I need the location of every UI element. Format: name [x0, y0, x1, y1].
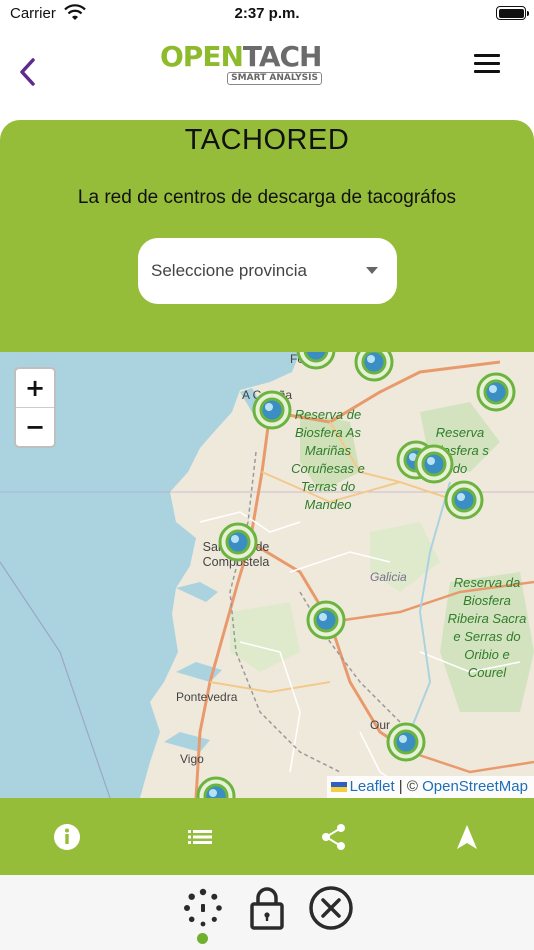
nav-bar: OPENTACH SMART ANALYSIS	[0, 28, 534, 120]
openstreetmap-link[interactable]: OpenStreetMap	[422, 778, 528, 795]
navigation-arrow-icon	[457, 825, 477, 849]
battery-icon	[496, 6, 529, 20]
attribution-separator: | ©	[398, 778, 418, 795]
map-view[interactable]: Fe A Coruña Santiago de Compostela Ponte…	[0, 352, 534, 798]
map-marker[interactable]	[476, 372, 516, 412]
ukraine-flag-icon	[330, 782, 347, 793]
reserve-label-ribeira-sacra: Reserva da Biosfera Ribeira Sacra e Serr…	[447, 575, 527, 680]
map-attribution: Leaflet | © OpenStreetMap	[326, 776, 534, 798]
opentach-logo: OPENTACH SMART ANALYSIS	[160, 42, 326, 86]
clock-time: 2:37 p.m.	[234, 5, 300, 22]
map-marker[interactable]	[444, 480, 484, 520]
province-select-placeholder: Seleccione provincia	[151, 261, 307, 280]
info-button[interactable]	[50, 820, 84, 854]
header-panel: TACHORED La red de centros de descarga d…	[0, 120, 534, 352]
leaflet-link[interactable]: Leaflet	[350, 778, 395, 795]
logo-tagline: SMART ANALYSIS	[227, 72, 322, 85]
map-marker[interactable]	[218, 522, 258, 562]
loading-spinner-icon	[184, 888, 222, 927]
logo-wordmark: OPENTACH	[160, 40, 322, 73]
map-marker[interactable]	[306, 600, 346, 640]
map-label-galicia: Galicia	[370, 570, 407, 584]
bottom-nav	[0, 875, 534, 950]
map-label-vigo: Vigo	[180, 752, 204, 766]
bottom-nav-loading[interactable]	[180, 885, 226, 931]
map-marker[interactable]	[386, 722, 426, 762]
caret-down-icon	[366, 267, 378, 274]
back-button[interactable]	[14, 54, 44, 90]
map-marker[interactable]	[354, 352, 394, 382]
chevron-left-icon	[20, 58, 35, 86]
info-icon	[54, 824, 80, 850]
map-toolbar	[0, 798, 534, 875]
zoom-out-button[interactable]: −	[16, 408, 54, 446]
map-marker[interactable]	[296, 352, 336, 370]
list-icon	[188, 830, 212, 844]
map-marker[interactable]	[196, 776, 236, 798]
province-select[interactable]: Seleccione provincia	[138, 238, 397, 304]
bottom-nav-lock[interactable]	[244, 885, 290, 931]
share-icon	[322, 824, 345, 850]
page-subtitle: La red de centros de descarga de tacográ…	[77, 187, 457, 208]
menu-button[interactable]	[474, 54, 500, 76]
hamburger-menu-icon	[474, 54, 500, 73]
list-button[interactable]	[183, 820, 217, 854]
lock-icon	[250, 887, 284, 930]
close-circle-icon	[309, 886, 353, 930]
map-marker[interactable]	[414, 444, 454, 484]
page-title: TACHORED	[184, 124, 350, 156]
reserve-label-marinas: Reserva de Biosfera As Mariñas Coruñesas…	[291, 407, 365, 512]
status-bar: Carrier 2:37 p.m.	[0, 0, 534, 28]
zoom-control: + −	[14, 367, 56, 448]
zoom-in-button[interactable]: +	[16, 369, 54, 408]
map-label-pontevedra: Pontevedra	[176, 690, 238, 704]
bottom-nav-close[interactable]	[308, 885, 354, 931]
navigate-button[interactable]	[450, 820, 484, 854]
share-button[interactable]	[317, 820, 351, 854]
map-marker[interactable]	[252, 390, 292, 430]
active-tab-indicator	[197, 933, 208, 944]
